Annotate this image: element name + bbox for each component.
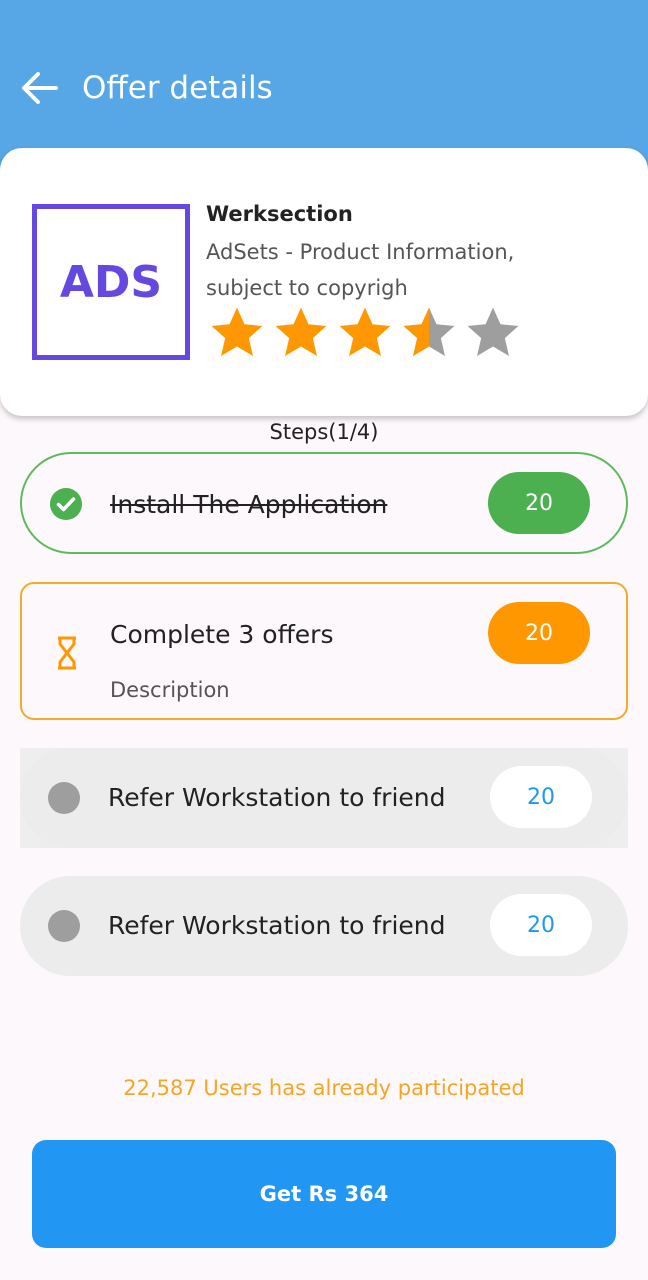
step-label: Install The Application <box>110 490 388 519</box>
offer-name: Werksection <box>206 202 353 226</box>
page-title: Offer details <box>82 70 273 106</box>
step-label: Refer Workstation to friend <box>108 911 446 940</box>
offer-description: AdSets - Product Information, subject to… <box>206 240 515 300</box>
steps-title: Steps(1/4) <box>269 420 379 444</box>
reward-badge: 20 <box>490 894 592 956</box>
step-description: Description <box>110 678 230 702</box>
dot-icon <box>48 910 80 942</box>
get-reward-button[interactable]: Get Rs 364 <box>32 1140 616 1248</box>
offer-card: ADS Werksection AdSets - Product Informa… <box>0 148 648 416</box>
step-label: Refer Workstation to friend <box>108 783 446 812</box>
arrow-left-icon <box>22 72 58 104</box>
step-label: Complete 3 offers <box>110 620 334 649</box>
step-item-refer-1[interactable]: Refer Workstation to friend 20 <box>20 748 628 848</box>
star-icon-empty <box>467 307 519 356</box>
reward-badge: 20 <box>488 472 590 534</box>
reward-badge: 20 <box>488 602 590 664</box>
get-reward-label: Get Rs 364 <box>259 1182 389 1206</box>
star-icon-filled <box>339 307 391 356</box>
reward-badge: 20 <box>490 766 592 828</box>
check-circle-icon <box>50 488 82 520</box>
step-item-complete-offers[interactable]: Complete 3 offers Description 20 <box>20 582 628 720</box>
star-icon-filled <box>211 307 263 356</box>
dot-icon <box>48 782 80 814</box>
participation-count: 22,587 Users has already participated <box>123 1076 525 1100</box>
step-item-refer-2[interactable]: Refer Workstation to friend 20 <box>20 876 628 976</box>
step-item-install[interactable]: Install The Application 20 <box>20 452 628 554</box>
star-icon-half <box>403 307 455 356</box>
offer-logo-text: ADS <box>59 256 163 308</box>
star-rating <box>206 304 524 362</box>
star-icon-filled <box>275 307 327 356</box>
back-button[interactable] <box>16 64 64 112</box>
hourglass-icon <box>58 636 76 670</box>
offer-logo: ADS <box>32 204 190 360</box>
